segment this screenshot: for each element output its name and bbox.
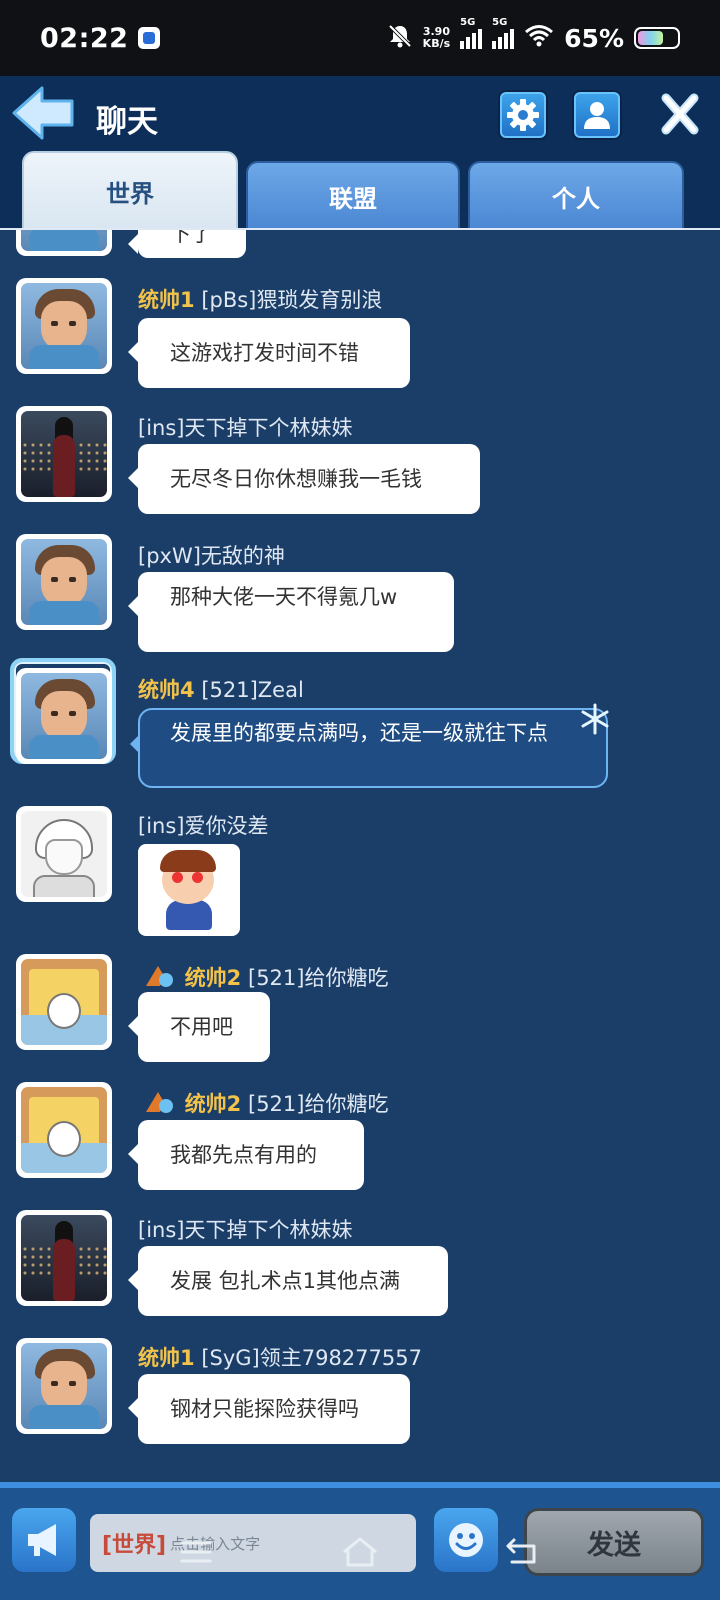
battery-percent: 65% [564,23,624,53]
message-bubble[interactable]: 下了 [128,230,246,258]
avatar[interactable] [16,1082,112,1178]
sender-name[interactable]: [pxW]无敌的神 [138,540,285,570]
profile-button[interactable] [572,90,622,140]
avatar[interactable] [16,1338,112,1434]
sender-name[interactable]: 统帅1 [SyG]领主798277557 [138,1342,422,1372]
broadcast-button[interactable] [12,1508,76,1572]
tab-alliance[interactable]: 联盟 [246,161,460,229]
send-button[interactable]: 发送 [524,1508,704,1576]
message-bubble[interactable]: 发展 包扎术点1其他点满 [128,1246,448,1316]
avatar[interactable] [16,668,112,764]
settings-button[interactable] [498,90,548,140]
person-icon [584,102,610,129]
close-button[interactable] [660,92,700,136]
tab-personal[interactable]: 个人 [468,161,684,229]
sender-name[interactable]: 统帅2 [521]给你糖吃 [144,1088,388,1118]
signal-icon: 5G [460,17,483,49]
megaphone-icon [28,1524,56,1556]
home-icon[interactable] [340,1536,380,1568]
avatar[interactable] [16,230,112,256]
message-bubble[interactable]: 无尽冬日你休想赚我一毛钱 [128,444,480,514]
chat-list[interactable]: 下了 统帅1 [pBs]猥琐发育别浪 这游戏打发时间不错 [ins]天下掉下个林… [0,230,720,1482]
sender-name[interactable]: [ins]天下掉下个林妹妹 [138,412,352,442]
message-bubble[interactable]: 不用吧 [128,992,270,1062]
vip-badge-icon [146,966,173,987]
message-bubble[interactable]: 我都先点有用的 [128,1120,364,1190]
divider [0,1482,720,1488]
signal-icon: 5G [492,17,515,49]
avatar[interactable] [16,1210,112,1306]
back-nav-icon[interactable] [504,1536,538,1566]
sender-name[interactable]: 统帅1 [pBs]猥琐发育别浪 [138,284,382,314]
wifi-icon [524,24,554,52]
avatar[interactable] [16,806,112,902]
page-title: 聊天 [96,104,158,140]
emoji-button[interactable] [434,1508,498,1572]
battery-icon [634,27,680,49]
avatar[interactable] [16,534,112,630]
mute-icon [387,23,413,53]
channel-tabs: 世界 联盟 个人 [22,151,702,231]
sender-name[interactable]: [ins]天下掉下个林妹妹 [138,1214,352,1244]
close-icon [661,93,699,135]
channel-tag: [世界] [102,1533,167,1558]
avatar[interactable] [16,954,112,1050]
gear-icon [507,99,539,131]
message-bubble[interactable]: 这游戏打发时间不错 [128,318,410,388]
menu-icon[interactable] [180,1540,212,1564]
message-bubble[interactable]: 发展里的都要点满吗，还是一级就往下点 [130,708,608,788]
message-bubble[interactable]: 钢材只能探险获得吗 [128,1374,410,1444]
vip-badge-icon [146,1092,173,1113]
back-arrow-icon [12,86,74,140]
back-button[interactable] [10,84,76,142]
avatar[interactable] [16,406,112,502]
sender-name[interactable]: [ins]爱你没差 [138,810,268,840]
sender-name[interactable]: 统帅4 [521]Zeal [138,674,304,704]
clock: 02:22 [40,22,129,54]
sender-name[interactable]: 统帅2 [521]给你糖吃 [144,962,388,992]
message-bubble[interactable]: 那种大佬一天不得氪几w [128,572,454,652]
chat-header: 聊天 世界 联盟 个人 [0,76,720,231]
smiley-icon [449,1523,483,1557]
app-notification-icon [138,27,161,49]
network-speed: 3.90 KB/s [422,25,451,50]
sticker-heart-eyes-boy[interactable] [138,844,240,936]
snowflake-icon [581,703,609,735]
status-bar: 02:22 3.90 KB/s 5G 5G 65% [0,0,720,76]
tab-world[interactable]: 世界 [22,151,238,229]
avatar[interactable] [16,278,112,374]
